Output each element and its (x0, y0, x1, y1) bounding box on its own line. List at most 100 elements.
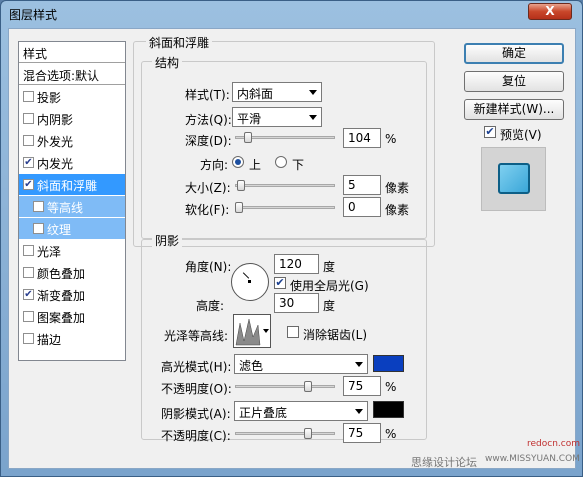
angle-dial-center (248, 280, 251, 283)
global-light-label[interactable]: 使用全局光(G) (290, 277, 369, 294)
highlight-opacity-track (235, 385, 335, 388)
chevron-down-icon (355, 362, 363, 367)
sidebar-item-label: 颜色叠加 (37, 267, 86, 281)
direction-up-radio[interactable] (232, 156, 244, 168)
technique-select[interactable]: 平滑 (232, 107, 322, 127)
size-input[interactable]: 5 (343, 175, 381, 195)
highlight-opacity-slider[interactable] (235, 381, 335, 392)
altitude-input[interactable]: 30 (274, 293, 319, 313)
angle-dial[interactable] (231, 263, 269, 301)
sidebar-item-label: 纹理 (47, 223, 72, 237)
depth-slider-thumb[interactable] (244, 132, 252, 143)
sidebar-item[interactable]: 外发光 (19, 130, 125, 151)
sidebar-item[interactable]: 纹理 (19, 218, 125, 239)
depth-slider[interactable] (235, 132, 335, 143)
check-icon: ✔ (485, 125, 495, 138)
size-label: 大小(Z): (185, 181, 231, 195)
highlight-color-swatch[interactable] (373, 355, 404, 372)
styles-header[interactable]: 样式 (19, 42, 125, 63)
shadow-mode-select[interactable]: 正片叠底 (234, 401, 368, 421)
sidebar-item[interactable]: 描边 (19, 328, 125, 349)
sidebar-item-checkbox[interactable] (23, 91, 34, 102)
preview-label[interactable]: 预览(V) (500, 126, 542, 143)
shadow-opacity-input[interactable]: 75 (343, 423, 381, 443)
sidebar-item[interactable]: 颜色叠加 (19, 262, 125, 283)
preview-square (498, 163, 530, 194)
global-light-checkbox[interactable]: ✔ (274, 277, 286, 289)
size-slider[interactable] (235, 180, 335, 191)
blend-options-item[interactable]: 混合选项:默认 (19, 64, 125, 85)
check-icon: ✔ (275, 276, 285, 289)
highlight-opacity-input[interactable]: 75 (343, 376, 381, 396)
soften-slider[interactable] (235, 202, 335, 213)
new-style-button[interactable]: 新建样式(W)... (464, 99, 564, 120)
watermark-site: 思缘设计论坛 (411, 456, 477, 469)
sidebar-item-checkbox[interactable]: ✔ (23, 157, 34, 168)
close-button[interactable]: X (528, 3, 572, 20)
sidebar-item-checkbox[interactable] (23, 135, 34, 146)
sidebar-item[interactable]: 等高线 (19, 196, 125, 217)
technique-label: 方法(Q): (185, 113, 232, 127)
soften-slider-track (235, 206, 335, 209)
antialias-label[interactable]: 消除锯齿(L) (303, 326, 367, 343)
soften-unit: 像素 (385, 203, 410, 217)
gloss-contour-label: 光泽等高线: (164, 329, 229, 343)
depth-input[interactable]: 104 (343, 128, 381, 148)
sidebar-item-checkbox[interactable] (23, 245, 34, 256)
sidebar-item-label: 斜面和浮雕 (37, 179, 98, 193)
sidebar-item[interactable]: 图案叠加 (19, 306, 125, 327)
watermark-url: www.MISSYUAN.COM (485, 454, 580, 464)
depth-unit: % (385, 132, 397, 146)
reset-button[interactable]: 复位 (464, 71, 564, 92)
soften-input[interactable]: 0 (343, 197, 381, 217)
antialias-checkbox[interactable] (287, 326, 299, 338)
shadow-opacity-track (235, 432, 335, 435)
sidebar-item-label: 图案叠加 (37, 311, 86, 325)
sidebar-item-checkbox[interactable] (33, 201, 44, 212)
technique-select-value: 平滑 (237, 112, 262, 126)
chevron-down-icon (309, 90, 317, 95)
highlight-opacity-unit: % (385, 380, 397, 394)
sidebar-item-checkbox[interactable] (33, 223, 44, 234)
sidebar-item-checkbox[interactable]: ✔ (23, 289, 34, 300)
sidebar-item-checkbox[interactable] (23, 333, 34, 344)
sidebar-item[interactable]: ✔ 斜面和浮雕 (19, 174, 125, 195)
shading-title: 阴影 (152, 232, 183, 249)
sidebar-item[interactable]: 光泽 (19, 240, 125, 261)
sidebar-item-label: 渐变叠加 (37, 289, 86, 303)
sidebar-item[interactable]: ✔ 内发光 (19, 152, 125, 173)
shadow-mode-label: 阴影模式(A): (161, 407, 231, 421)
sidebar-item-checkbox[interactable] (23, 267, 34, 278)
sidebar-item-checkbox[interactable] (23, 113, 34, 124)
direction-label: 方向: (200, 158, 229, 172)
soften-slider-thumb[interactable] (235, 202, 243, 213)
sidebar-item[interactable]: 内阴影 (19, 108, 125, 129)
gloss-contour-picker[interactable] (233, 314, 271, 348)
direction-down-label[interactable]: 下 (292, 156, 304, 173)
altitude-unit: 度 (323, 299, 336, 313)
size-slider-track (235, 184, 335, 187)
sidebar-item-label: 外发光 (37, 135, 74, 149)
style-select-value: 内斜面 (237, 87, 274, 101)
shadow-opacity-thumb[interactable] (304, 428, 312, 439)
shadow-color-swatch[interactable] (373, 401, 404, 418)
highlight-mode-label: 高光模式(H): (161, 360, 232, 374)
direction-up-label[interactable]: 上 (249, 156, 261, 173)
size-slider-thumb[interactable] (237, 180, 245, 191)
preview-checkbox[interactable]: ✔ (484, 126, 496, 138)
shadow-opacity-slider[interactable] (235, 428, 335, 439)
sidebar-item-checkbox[interactable] (23, 311, 34, 322)
sidebar-item[interactable]: 投影 (19, 86, 125, 107)
highlight-opacity-thumb[interactable] (304, 381, 312, 392)
sidebar-item-label: 投影 (37, 91, 62, 105)
shadow-opacity-unit: % (385, 427, 397, 441)
sidebar-item-checkbox[interactable]: ✔ (23, 179, 34, 190)
angle-label: 角度(N): (185, 260, 232, 274)
ok-button[interactable]: 确定 (464, 43, 564, 64)
angle-input[interactable]: 120 (274, 254, 319, 274)
style-select[interactable]: 内斜面 (232, 82, 322, 102)
direction-down-radio[interactable] (275, 156, 287, 168)
title-bar[interactable]: 图层样式 X (1, 1, 582, 27)
sidebar-item[interactable]: ✔ 渐变叠加 (19, 284, 125, 305)
highlight-mode-select[interactable]: 滤色 (234, 354, 368, 374)
